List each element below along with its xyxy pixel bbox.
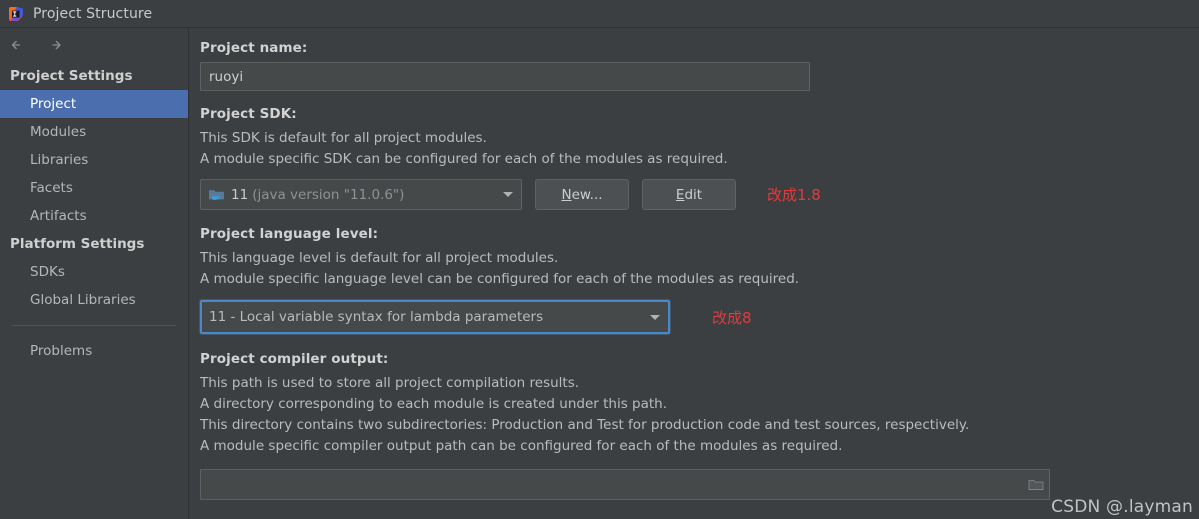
window-titlebar: Project Structure xyxy=(0,0,1199,28)
chevron-down-icon[interactable] xyxy=(642,314,668,320)
csdn-watermark: CSDN @.layman xyxy=(1051,497,1193,517)
compiler-output-description-1: This path is used to store all project c… xyxy=(200,375,580,391)
project-sdk-label: Project SDK: xyxy=(200,106,297,122)
sidebar-item-libraries[interactable]: Libraries xyxy=(0,146,188,174)
settings-sidebar: Project Settings Project Modules Librari… xyxy=(0,28,189,519)
project-name-label: Project name: xyxy=(200,40,308,56)
intellij-idea-logo-icon xyxy=(8,6,24,22)
project-name-input[interactable]: ruoyi xyxy=(200,62,810,91)
sidebar-item-artifacts[interactable]: Artifacts xyxy=(0,202,188,230)
arrow-right-icon[interactable] xyxy=(50,34,72,56)
chevron-down-icon[interactable] xyxy=(495,192,521,197)
compiler-output-description-3: This directory contains two subdirectori… xyxy=(200,417,970,433)
sidebar-group-platform-settings: Platform Settings xyxy=(10,236,145,252)
project-settings-panel: Project name: ruoyi Project SDK: This SD… xyxy=(189,28,1199,519)
new-sdk-button-mnemonic: N xyxy=(561,186,572,203)
language-level-label: Project language level: xyxy=(200,226,379,242)
sidebar-group-project-settings: Project Settings xyxy=(10,68,133,84)
jdk-folder-icon xyxy=(208,187,225,202)
sidebar-item-problems[interactable]: Problems xyxy=(0,337,188,365)
language-level-value: 11 - Local variable syntax for lambda pa… xyxy=(209,309,544,325)
compiler-output-description-2: A directory corresponding to each module… xyxy=(200,396,668,412)
language-level-dropdown[interactable]: 11 - Local variable syntax for lambda pa… xyxy=(200,300,670,334)
project-sdk-version: 11 xyxy=(231,186,249,203)
sidebar-item-global-libraries[interactable]: Global Libraries xyxy=(0,286,188,314)
compiler-output-input[interactable] xyxy=(201,470,1023,499)
arrow-left-icon[interactable] xyxy=(10,34,32,56)
sidebar-item-project[interactable]: Project xyxy=(0,90,188,118)
sidebar-item-sdks[interactable]: SDKs xyxy=(0,258,188,286)
new-sdk-button[interactable]: New... xyxy=(535,179,629,210)
project-sdk-description-2: A module specific SDK can be configured … xyxy=(200,151,728,167)
folder-browse-icon[interactable] xyxy=(1023,470,1049,499)
sidebar-item-facets[interactable]: Facets xyxy=(0,174,188,202)
window-title: Project Structure xyxy=(33,5,153,22)
project-sdk-detail: (java version "11.0.6") xyxy=(252,186,405,203)
project-name-value: ruoyi xyxy=(209,68,244,85)
edit-sdk-button[interactable]: Edit xyxy=(642,179,736,210)
language-level-description-2: A module specific language level can be … xyxy=(200,271,800,287)
project-sdk-dropdown[interactable]: 11 (java version "11.0.6") xyxy=(200,179,522,210)
compiler-output-description-4: A module specific compiler output path c… xyxy=(200,438,843,454)
new-sdk-button-label: ew... xyxy=(571,186,603,203)
sdk-annotation: 改成1.8 xyxy=(767,186,821,204)
compiler-output-label: Project compiler output: xyxy=(200,351,389,367)
edit-sdk-button-label: dit xyxy=(684,186,703,203)
language-level-description-1: This language level is default for all p… xyxy=(200,250,559,266)
edit-sdk-button-mnemonic: E xyxy=(675,186,685,203)
navigation-bar xyxy=(0,28,188,62)
language-level-annotation: 改成8 xyxy=(712,308,752,327)
sidebar-divider xyxy=(12,325,176,326)
sidebar-item-modules[interactable]: Modules xyxy=(0,118,188,146)
project-sdk-description-1: This SDK is default for all project modu… xyxy=(200,130,487,146)
compiler-output-path-field[interactable] xyxy=(200,469,1050,500)
